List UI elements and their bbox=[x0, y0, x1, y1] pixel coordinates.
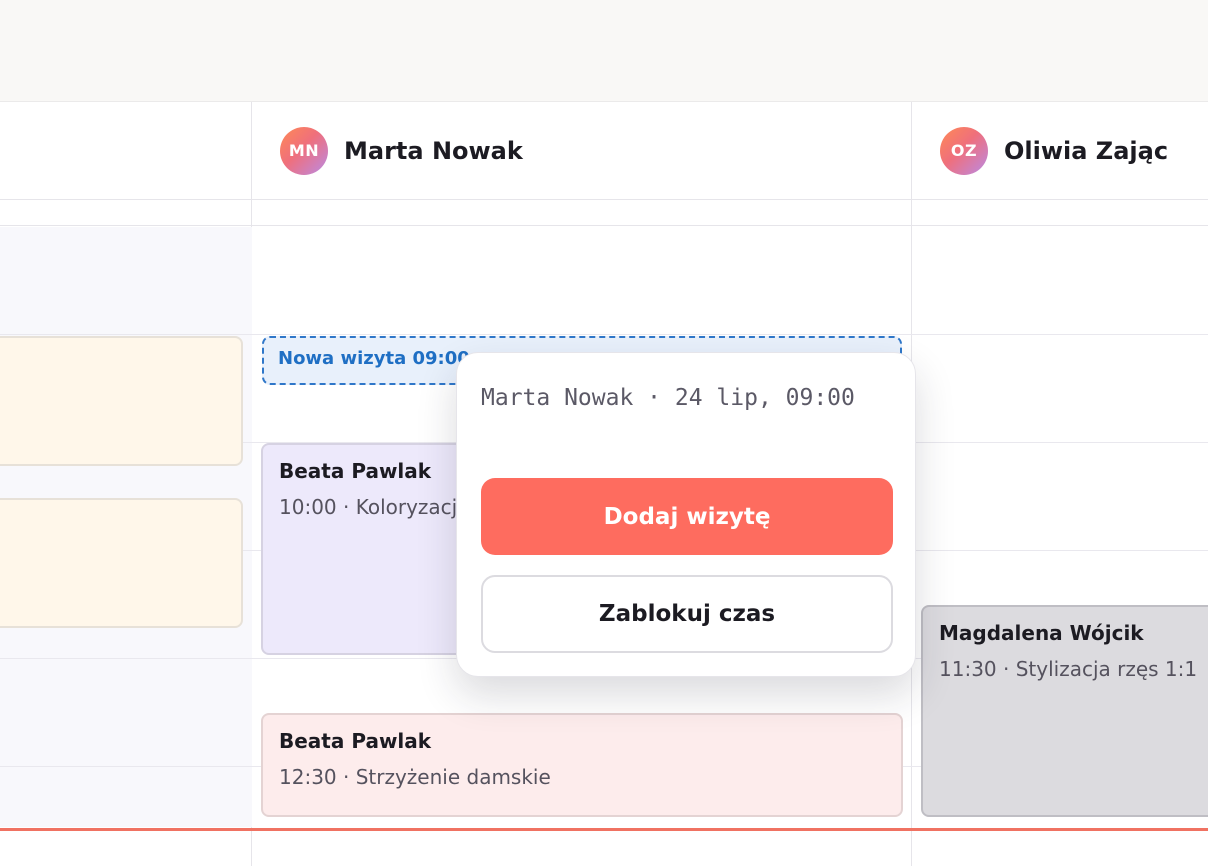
appointment-card[interactable]: Beata Pawlak 12:30 · Strzyżenie damskie bbox=[261, 713, 903, 817]
add-appointment-button[interactable]: Dodaj wizytę bbox=[481, 478, 893, 555]
current-time-line bbox=[0, 828, 1208, 831]
avatar: MN bbox=[280, 126, 328, 175]
appointment-detail: 11:30 · Stylizacja rzęs 1:1 bbox=[939, 657, 1198, 681]
popover-title: Marta Nowak · 24 lip, 09:00 bbox=[481, 385, 855, 411]
column-header-empty bbox=[0, 102, 251, 200]
appointment-card[interactable] bbox=[0, 498, 243, 628]
appointment-card[interactable] bbox=[0, 336, 243, 466]
top-toolbar bbox=[0, 0, 1208, 102]
quick-action-popover: Marta Nowak · 24 lip, 09:00 Dodaj wizytę… bbox=[456, 352, 916, 677]
staff-name: Marta Nowak bbox=[344, 136, 523, 165]
column-header-marta[interactable]: MN Marta Nowak bbox=[252, 102, 911, 200]
new-slot-label: Nowa wizyta 09:00 bbox=[278, 348, 470, 369]
all-day-row bbox=[0, 200, 251, 226]
grid-line bbox=[0, 334, 1208, 335]
block-time-button[interactable]: Zablokuj czas bbox=[481, 575, 893, 653]
all-day-row[interactable] bbox=[912, 200, 1208, 226]
staff-name: Oliwia Zając bbox=[1004, 136, 1169, 165]
client-name: Beata Pawlak bbox=[279, 729, 432, 753]
avatar: OZ bbox=[940, 126, 988, 175]
client-name: Magdalena Wójcik bbox=[939, 621, 1144, 645]
appointment-detail: 10:00 · Koloryzacja bbox=[279, 495, 470, 519]
column-header-oliwia[interactable]: OZ Oliwia Zając bbox=[912, 102, 1208, 200]
appointment-detail: 12:30 · Strzyżenie damskie bbox=[279, 765, 551, 789]
client-name: Beata Pawlak bbox=[279, 459, 432, 483]
all-day-row[interactable] bbox=[252, 200, 911, 226]
appointment-card[interactable]: Magdalena Wójcik 11:30 · Stylizacja rzęs… bbox=[921, 605, 1208, 817]
